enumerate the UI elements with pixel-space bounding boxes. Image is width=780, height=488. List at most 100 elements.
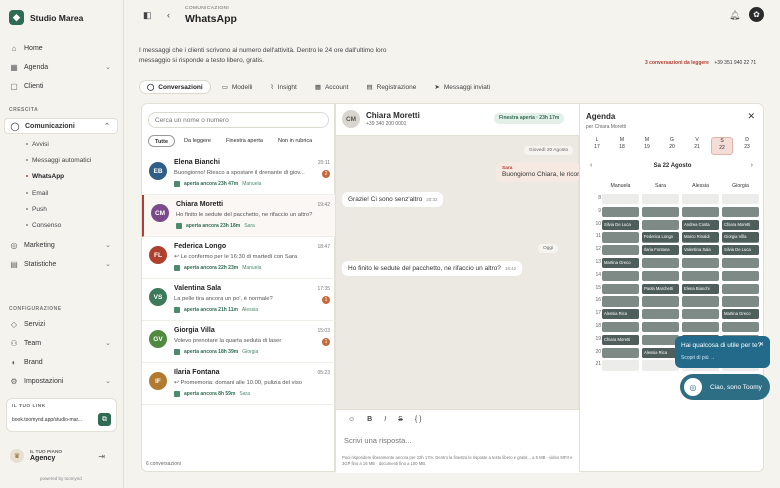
nav-agenda[interactable]: ▦ Agenda ⌄: [4, 59, 118, 75]
link-url[interactable]: book.toomynd.app/studio-mar...: [12, 417, 94, 423]
calendar-slot[interactable]: [722, 283, 759, 294]
calendar-slot[interactable]: [602, 360, 639, 371]
chat-contact-name[interactable]: Chiara Moretti: [366, 111, 420, 120]
emoji-icon[interactable]: ☺: [348, 416, 355, 423]
appointment[interactable]: Silvia De Luca: [722, 245, 759, 256]
nav-team[interactable]: ⚇ Team ⌄: [4, 335, 118, 351]
appointment[interactable]: Federica Longo: [642, 232, 679, 243]
calendar-slot[interactable]: [642, 194, 679, 205]
appointment[interactable]: Giorgia Villa: [722, 232, 759, 243]
avatar[interactable]: ✿: [749, 7, 764, 22]
calendar-slot[interactable]: [722, 194, 759, 205]
code-icon[interactable]: { }: [415, 416, 422, 423]
nav-comunicazioni[interactable]: ◯ Comunicazioni ⌃: [4, 118, 118, 134]
nav-statistiche[interactable]: ▤ Statistiche ⌄: [4, 256, 118, 272]
search-input[interactable]: [148, 112, 329, 128]
appointment[interactable]: Chiara Moretti: [722, 219, 759, 230]
calendar-slot[interactable]: [602, 270, 639, 282]
day-picker-item[interactable]: L 17: [586, 137, 608, 155]
appointment[interactable]: Paola Marchetti: [642, 283, 679, 294]
logout-icon[interactable]: ⇥: [98, 452, 105, 461]
calendar-slot[interactable]: [722, 270, 759, 282]
back-chevron-icon[interactable]: ‹: [167, 10, 170, 20]
nav-home[interactable]: ⌂ Home: [4, 40, 118, 56]
close-icon[interactable]: ✕: [747, 111, 755, 122]
calendar-slot[interactable]: [642, 296, 679, 307]
tab-modelli[interactable]: ▭ Modelli: [215, 80, 260, 94]
filter-tutte[interactable]: Tutte: [148, 135, 176, 147]
tab-conversazioni[interactable]: ◯ Conversazioni: [139, 80, 211, 94]
day-picker-item[interactable]: M 18: [611, 137, 633, 155]
conversation-row[interactable]: CM Chiara Moretti 19:42 Ho finito le sedute…: [142, 195, 336, 237]
sidebar-toggle-icon[interactable]: ◧: [143, 10, 152, 21]
subnav-avvisi[interactable]: Avvisi: [26, 141, 49, 148]
tab-registrazione[interactable]: ▤ Registrazione: [359, 80, 423, 94]
nav-marketing[interactable]: ◎ Marketing ⌄: [4, 237, 118, 253]
calendar-slot[interactable]: [602, 245, 639, 256]
calendar-slot[interactable]: [682, 258, 719, 269]
nav-clienti[interactable]: ▢ Clienti: [4, 78, 118, 94]
conversation-row[interactable]: VS Valentina Sala 17:35 La pelle tira ancor…: [142, 279, 336, 321]
appointment[interactable]: Elena Bianchi: [682, 283, 719, 294]
next-day-icon[interactable]: ›: [751, 162, 753, 169]
day-picker-item[interactable]: D 23: [736, 137, 758, 155]
appointment[interactable]: Alessia Rica: [602, 309, 639, 320]
calendar-slot[interactable]: [682, 270, 719, 282]
nav-brand[interactable]: ◐ Brand: [4, 354, 118, 370]
subnav-whatsapp[interactable]: WhatsApp: [26, 173, 64, 180]
calendar-slot[interactable]: [602, 296, 639, 307]
calendar-slot[interactable]: [602, 194, 639, 205]
appointment[interactable]: Martina Greco: [722, 309, 759, 320]
appointment[interactable]: Ilaria Fontana: [642, 245, 679, 256]
calendar-slot[interactable]: [682, 296, 719, 307]
calendar-slot[interactable]: [682, 322, 719, 333]
nav-servizi[interactable]: ◇ Servizi: [4, 316, 118, 332]
calendar-slot[interactable]: [642, 270, 679, 282]
calendar-slot[interactable]: [602, 347, 639, 358]
calendar-slot[interactable]: [642, 360, 679, 371]
appointment[interactable]: Marco Rinaldi: [682, 232, 719, 243]
help-link[interactable]: Scopri di più →: [681, 355, 715, 361]
calendar-slot[interactable]: [602, 206, 639, 218]
subnav-email[interactable]: Email: [26, 190, 48, 197]
conversation-row[interactable]: IF Ilaria Fontana 05:23 ↩ Promemoria: doman…: [142, 363, 336, 405]
italic-icon[interactable]: I: [384, 416, 386, 423]
calendar-slot[interactable]: [722, 258, 759, 269]
day-picker-item[interactable]: S 22: [711, 137, 733, 155]
calendar-slot[interactable]: [682, 309, 719, 320]
calendar-slot[interactable]: [602, 232, 639, 243]
calendar-slot[interactable]: [642, 206, 679, 218]
calendar-slot[interactable]: [642, 334, 679, 346]
nav-impostazioni[interactable]: ⚙ Impostazioni ⌄: [4, 373, 118, 389]
filter-da-leggere[interactable]: Da leggere: [178, 135, 217, 147]
appointment[interactable]: Andrea Costa: [682, 219, 719, 230]
close-icon[interactable]: ✕: [759, 341, 764, 348]
unread-count[interactable]: 3 conversazioni da leggere: [645, 60, 709, 66]
calendar-slot[interactable]: [722, 296, 759, 307]
appointment[interactable]: Chiara Moretti: [602, 334, 639, 345]
conversation-row[interactable]: GV Giorgia Villa 15:03 Volevo prenotare la …: [142, 321, 336, 363]
filter-finestra-aperta[interactable]: Finestra aperta: [220, 135, 269, 147]
calendar-slot[interactable]: [722, 322, 759, 333]
tab-insight[interactable]: ⌇ Insight: [263, 80, 303, 94]
calendar-slot[interactable]: [642, 322, 679, 333]
calendar-slot[interactable]: [682, 194, 719, 205]
calendar-slot[interactable]: [642, 258, 679, 269]
calendar-slot[interactable]: [602, 322, 639, 333]
bell-icon[interactable]: 🔔︎: [729, 10, 740, 21]
calendar-slot[interactable]: [642, 219, 679, 230]
calendar-slot[interactable]: [722, 206, 759, 218]
appointment[interactable]: Alessia Rica: [642, 347, 679, 358]
conversation-row[interactable]: EB Elena Bianchi 20:11 Buongiorno! Riesco a…: [142, 153, 336, 195]
appointment[interactable]: Martina Greco: [602, 258, 639, 268]
conversation-row[interactable]: FL Federica Longo 18:47 ↩ Le confermo per l…: [142, 237, 336, 279]
copy-icon[interactable]: ⧉: [98, 413, 111, 426]
strike-icon[interactable]: S: [398, 416, 403, 423]
calendar-slot[interactable]: [682, 206, 719, 218]
tab-messaggi-inviati[interactable]: ➤ Messaggi inviati: [427, 80, 497, 94]
calendar-slot[interactable]: [642, 309, 679, 320]
appointment[interactable]: Silvia De Luca: [602, 219, 639, 230]
plan-card[interactable]: ♛ IL TUO PIANO Agency ⇥: [6, 445, 117, 467]
tab-account[interactable]: ▦ Account: [308, 80, 356, 94]
subnav-consenso[interactable]: Consenso: [26, 222, 61, 229]
